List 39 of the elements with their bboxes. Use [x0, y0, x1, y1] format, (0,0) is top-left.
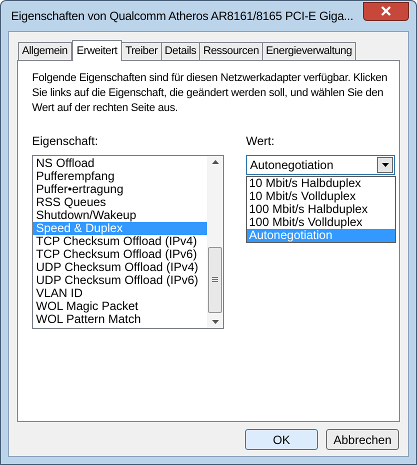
- grip-icon: [212, 277, 218, 283]
- close-icon: [381, 6, 391, 16]
- close-button[interactable]: [363, 2, 409, 20]
- caret-icon: [382, 163, 388, 167]
- property-item[interactable]: WOL Magic Packet: [33, 300, 207, 313]
- property-item[interactable]: UDP Checksum Offload (IPv4): [33, 261, 207, 274]
- dropdown-option[interactable]: 10 Mbit/s Vollduplex: [247, 190, 395, 203]
- property-item[interactable]: RSS Queues: [33, 196, 207, 209]
- description-text: Folgende Eigenschaften sind für diesen Netzwerkadapter verfügbar. Klicken Sie links auf die Eigenschaft, die geändert werden soll, und wählen Sie den Wert auf der rechten Seite aus.: [32, 71, 388, 116]
- property-item[interactable]: VLAN ID: [33, 287, 207, 300]
- dropdown-option[interactable]: 100 Mbit/s Vollduplex: [247, 216, 395, 229]
- scrollbar[interactable]: [207, 156, 223, 328]
- property-item[interactable]: Shutdown/Wakeup: [33, 209, 207, 222]
- property-item[interactable]: Puffer•ertragung: [33, 183, 207, 196]
- property-item[interactable]: UDP Checksum Offload (IPv6): [33, 274, 207, 287]
- tab[interactable]: Treiber: [121, 42, 162, 60]
- value-dropdown[interactable]: Autonegotiation: [246, 155, 395, 175]
- dropdown-arrow-button[interactable]: [377, 157, 393, 173]
- tab[interactable]: Energieverwaltung: [262, 42, 356, 60]
- property-item[interactable]: Pufferempfang: [33, 170, 207, 183]
- scroll-thumb[interactable]: [208, 247, 222, 313]
- scroll-up-icon: [212, 160, 218, 164]
- dialog-button[interactable]: Abbrechen: [326, 429, 399, 450]
- tab[interactable]: Details: [160, 42, 200, 60]
- dialog-button[interactable]: OK: [245, 429, 318, 450]
- tab[interactable]: Erweitert: [72, 40, 122, 61]
- value-label: Wert:: [246, 133, 276, 150]
- property-item[interactable]: TCP Checksum Offload (IPv4): [33, 235, 207, 248]
- tab[interactable]: Ressourcen: [199, 42, 263, 60]
- property-item[interactable]: TCP Checksum Offload (IPv6): [33, 248, 207, 261]
- property-item[interactable]: NS Offload: [33, 157, 207, 170]
- dropdown-value: Autonegotiation: [250, 157, 334, 174]
- window-title: Eigenschaften von Qualcomm Atheros AR8161/8165 PCI-E Giga...: [10, 8, 354, 25]
- property-label: Eigenschaft:: [32, 133, 100, 150]
- dropdown-option[interactable]: 10 Mbit/s Halbduplex: [247, 177, 395, 190]
- dropdown-option[interactable]: 100 Mbit/s Halbduplex: [247, 203, 395, 216]
- property-item[interactable]: WOL Pattern Match: [33, 313, 207, 326]
- tab[interactable]: Allgemein: [18, 42, 72, 60]
- scroll-down-icon: [212, 320, 218, 324]
